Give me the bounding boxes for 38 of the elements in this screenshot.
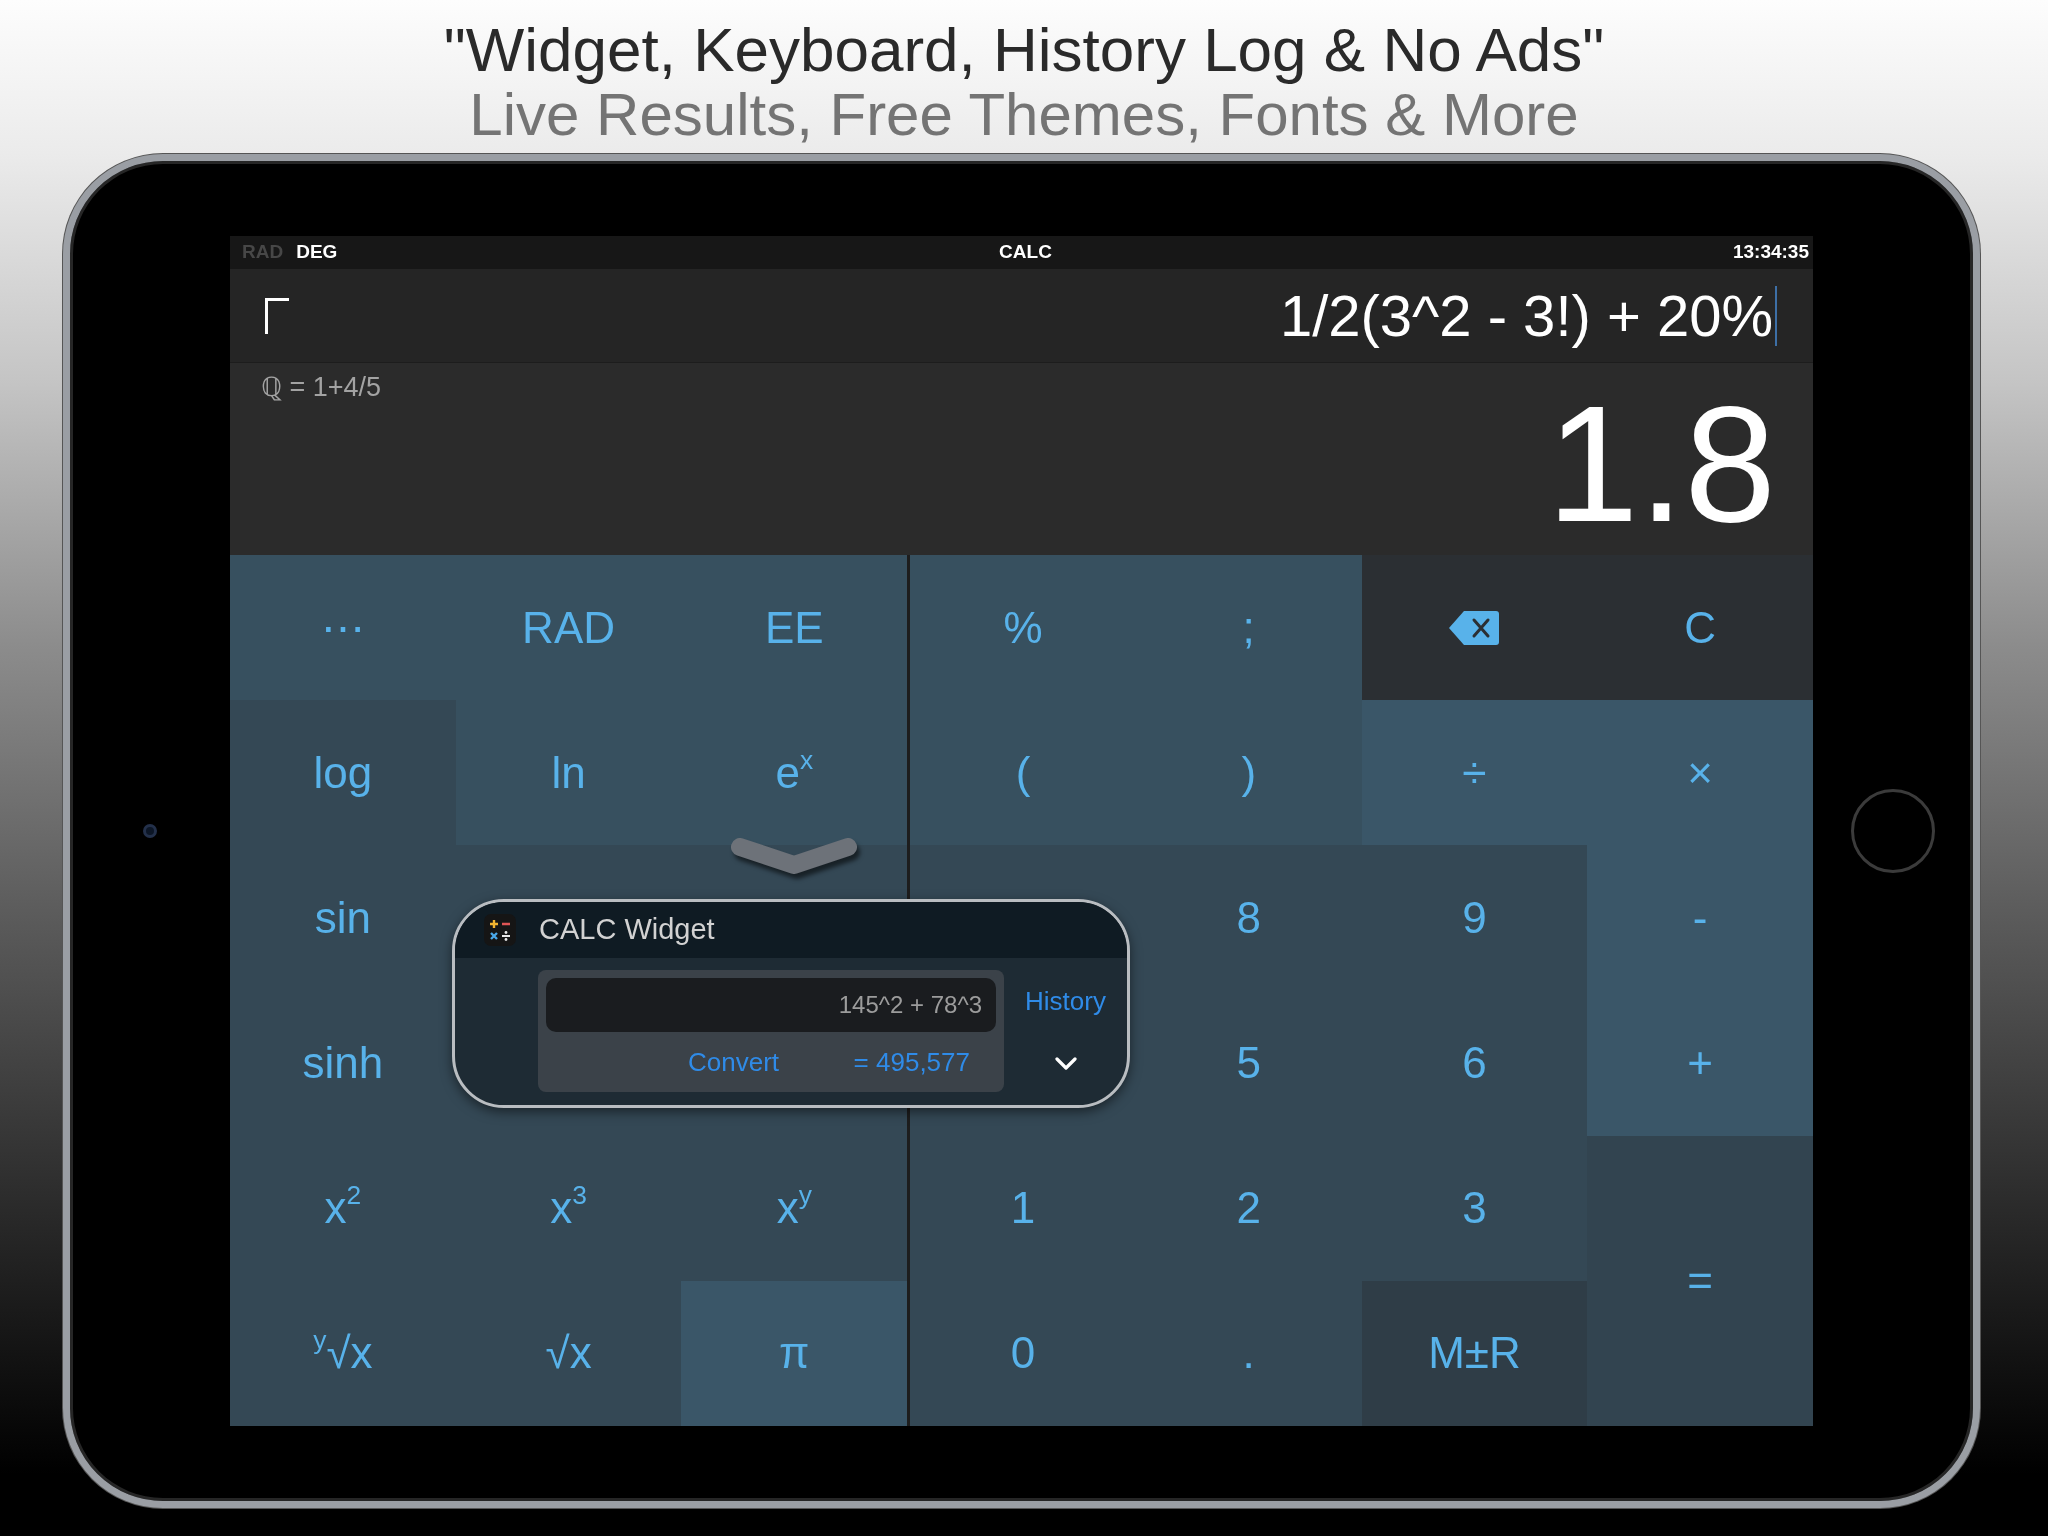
history-link[interactable]: History [1025,982,1106,1021]
mode-indicator: DEG [296,240,338,265]
clock-time: 13:34:35 [1732,240,1809,265]
calculator-key[interactable]: M±R [1361,1280,1588,1426]
result-text: 1.8 [1546,382,1776,547]
calculator-key[interactable]: % [910,555,1136,701]
math-symbols-icon [484,914,516,946]
calculator-key[interactable]: ÷ [1361,700,1588,846]
chevron-handle-icon[interactable] [730,837,858,877]
input-field[interactable]: 145^2 + 78^3 [546,978,996,1032]
convert-link[interactable]: Convert [688,1042,780,1082]
fraction-text: ℚ = 1+4/5 [261,371,382,404]
corner-bracket-icon [265,297,289,334]
backspace-icon [1449,610,1500,645]
subheadline: Live Results, Free Themes, Fonts & More [469,83,1580,147]
calculator-key[interactable]: ; [1135,555,1362,701]
calculator-key[interactable]: C [1587,555,1813,701]
calculator-key[interactable]: ( [910,700,1136,846]
calculator-key[interactable]: × [1587,700,1813,846]
calculator-key[interactable]: ) [1135,700,1362,846]
calculator-key[interactable]: + [1587,990,1813,1136]
calculator-key[interactable]: ln [455,700,682,846]
calculator-key[interactable]: = [1587,1135,1813,1426]
app-title: CALC [999,240,1052,265]
expression-text: 1/2(3^2 - 3!) + 20% [1279,283,1773,348]
calculator-key[interactable]: EE [681,555,908,701]
widget-title: CALC Widget [539,912,715,948]
text-cursor-icon [1775,285,1777,346]
headline: "Widget, Keyboard, History Log & No Ads" [442,17,1606,83]
calculator-key[interactable]: e$^{x}$ [681,700,908,846]
calculator-key[interactable]: RAD [455,555,682,701]
camera-icon [143,824,157,838]
calculator-key[interactable]: ⋯ [230,555,456,701]
calculator-key[interactable]: π [681,1280,908,1426]
chevron-down-icon[interactable] [1054,1057,1077,1071]
calculator-key[interactable]: - [1587,845,1813,991]
backspace-key[interactable] [1361,555,1588,701]
answer-text: = 495,577 [853,1045,970,1079]
